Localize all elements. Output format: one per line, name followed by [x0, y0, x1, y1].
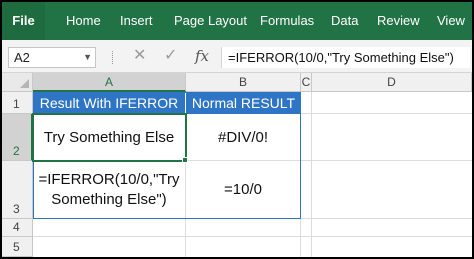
- row-header-5[interactable]: 5: [2, 237, 33, 257]
- column-header-b[interactable]: B: [186, 73, 301, 92]
- tab-view[interactable]: View: [437, 2, 465, 40]
- formula-bar: A2 ▼ ✕ ✓ fx =IFERROR(10/0,"Try Something…: [2, 40, 472, 73]
- row-number: 2: [13, 144, 20, 158]
- gridline: [300, 219, 301, 257]
- row-header-3[interactable]: 3: [2, 161, 33, 219]
- select-all-corner[interactable]: [2, 73, 33, 92]
- excel-window: File Home Insert Page Layout Formulas Da…: [2, 2, 472, 257]
- tab-review[interactable]: Review: [377, 2, 420, 40]
- cell-b2[interactable]: #DIV/0!: [186, 114, 301, 161]
- tab-page-layout[interactable]: Page Layout: [174, 2, 247, 40]
- column-header-d[interactable]: D: [312, 73, 472, 92]
- fill-handle[interactable]: [182, 157, 188, 163]
- gridline: [301, 160, 472, 161]
- tab-insert[interactable]: Insert: [120, 2, 153, 40]
- column-header-a[interactable]: A: [33, 73, 186, 92]
- insert-function-icon[interactable]: fx: [195, 45, 209, 67]
- row-header-2[interactable]: 2: [2, 114, 33, 161]
- row-header-4[interactable]: 4: [2, 219, 33, 237]
- cell-a2[interactable]: Try Something Else: [32, 113, 187, 162]
- row-header-1[interactable]: 1: [2, 92, 33, 114]
- cell-a3-line-2: Something Else"): [51, 190, 167, 208]
- tab-formulas[interactable]: Formulas: [260, 2, 314, 40]
- cell-a1[interactable]: Result With IFERROR: [33, 92, 186, 114]
- cell-a3-line-1: =IFERROR(10/0,"Try: [38, 170, 180, 188]
- row-number: 1: [13, 97, 20, 111]
- gridline: [185, 219, 186, 257]
- select-all-triangle-icon: [20, 79, 29, 88]
- formula-input[interactable]: =IFERROR(10/0,"Try Something Else"): [221, 47, 470, 68]
- gridline: [301, 113, 472, 114]
- cell-b1[interactable]: Normal RESULT: [186, 92, 301, 114]
- enter-check-icon[interactable]: ✓: [164, 45, 177, 67]
- cell-a3[interactable]: =IFERROR(10/0,"Try Something Else"): [33, 161, 186, 219]
- formula-bar-divider: [112, 51, 114, 64]
- row-number: 4: [13, 220, 20, 234]
- tab-data[interactable]: Data: [331, 2, 358, 40]
- ribbon-tabs-bar: File Home Insert Page Layout Formulas Da…: [2, 2, 472, 40]
- chevron-down-icon[interactable]: ▼: [83, 48, 92, 67]
- name-box-value: A2: [14, 50, 30, 65]
- name-box[interactable]: A2 ▼: [8, 47, 96, 68]
- row-number: 5: [13, 240, 20, 254]
- cancel-icon[interactable]: ✕: [133, 45, 146, 67]
- gridline: [33, 236, 472, 237]
- tab-home[interactable]: Home: [66, 2, 101, 40]
- column-header-c[interactable]: C: [301, 73, 312, 92]
- tab-file[interactable]: File: [2, 2, 45, 40]
- row-number: 3: [13, 202, 20, 216]
- cell-b3[interactable]: =10/0: [186, 161, 301, 219]
- gridline: [311, 92, 312, 257]
